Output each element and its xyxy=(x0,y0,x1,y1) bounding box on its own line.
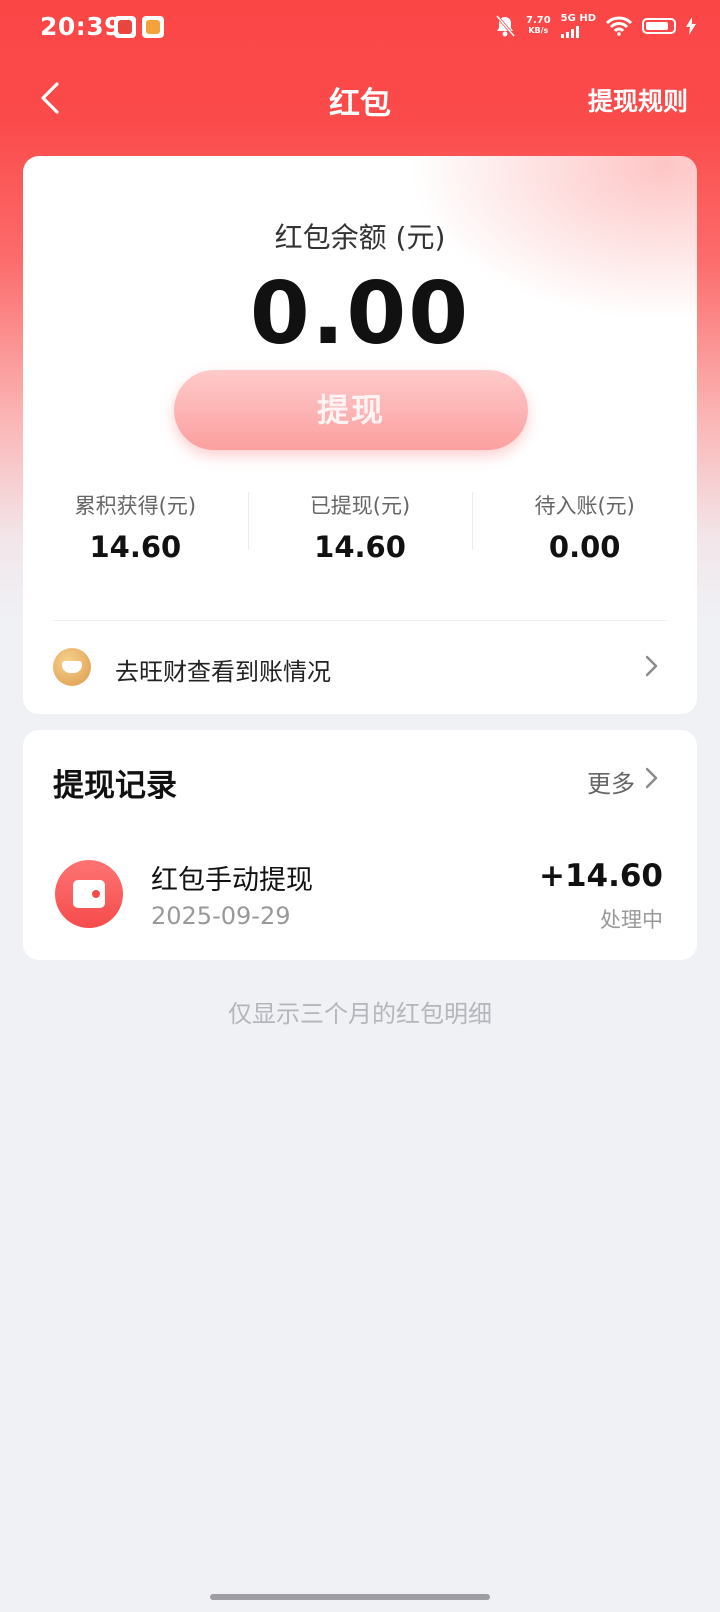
app-notification-icon xyxy=(142,16,164,38)
record-status: 处理中 xyxy=(600,908,663,932)
chevron-right-icon[interactable] xyxy=(639,766,663,790)
history-footnote: 仅显示三个月的红包明细 xyxy=(228,1000,492,1028)
speed-unit: KB/s xyxy=(528,26,549,35)
redpacket-screen: 20:39 7.70 KB/s 5G HD 红包 提现规则 红包余额 (元) 0… xyxy=(0,0,720,1612)
withdraw-rules-link[interactable]: 提现规则 xyxy=(588,82,688,118)
wifi-icon xyxy=(606,16,632,36)
stat-value: 0.00 xyxy=(548,530,621,564)
status-bar: 20:39 7.70 KB/s 5G HD xyxy=(0,0,720,56)
network-speed: 7.70 KB/s xyxy=(526,16,551,36)
wangcai-link-text: 去旺财查看到账情况 xyxy=(115,658,331,686)
cell-signal: 5G HD xyxy=(560,13,596,38)
wallet-icon xyxy=(55,860,123,928)
status-time: 20:39 xyxy=(40,12,123,41)
stat-total-earned: 累积获得(元) 14.60 xyxy=(23,490,248,580)
record-date: 2025-09-29 xyxy=(151,902,291,930)
stat-pending: 待入账(元) 0.00 xyxy=(472,490,697,580)
stat-label: 待入账(元) xyxy=(534,494,635,518)
app-notification-icon xyxy=(114,16,136,38)
stat-withdrawn: 已提现(元) 14.60 xyxy=(247,490,473,580)
record-name: 红包手动提现 xyxy=(151,865,313,896)
stat-value: 14.60 xyxy=(89,530,182,564)
stat-value: 14.60 xyxy=(314,530,406,564)
balance-card: 红包余额 (元) 0.00 提现 累积获得(元) 14.60 已提现(元) 14… xyxy=(23,156,697,714)
signal-bars-icon xyxy=(560,26,596,38)
mute-bell-icon xyxy=(495,15,516,37)
status-right-icons: 7.70 KB/s 5G HD xyxy=(494,14,696,38)
stats-row: 累积获得(元) 14.60 已提现(元) 14.60 待入账(元) 0.00 xyxy=(23,490,697,580)
nav-bar: 红包 提现规则 xyxy=(0,66,720,130)
balance-amount: 0.00 xyxy=(249,264,471,364)
records-title: 提现记录 xyxy=(53,768,177,804)
speed-value: 7.70 xyxy=(525,15,551,26)
stat-label: 已提现(元) xyxy=(309,494,411,518)
wangcai-link-row[interactable]: 去旺财查看到账情况 xyxy=(23,642,697,694)
home-indicator[interactable] xyxy=(210,1594,490,1600)
stat-label: 累积获得(元) xyxy=(74,494,197,518)
gold-ingot-icon xyxy=(53,648,91,686)
charging-icon xyxy=(686,17,696,35)
battery-icon xyxy=(642,18,676,34)
withdraw-button[interactable]: 提现 xyxy=(174,370,528,450)
balance-label: 红包余额 (元) xyxy=(274,221,446,254)
divider xyxy=(53,620,667,621)
chevron-right-icon xyxy=(645,655,658,677)
records-more-link[interactable]: 更多 xyxy=(587,764,635,799)
network-type: 5G HD xyxy=(560,13,596,24)
record-amount: +14.60 xyxy=(538,858,663,894)
withdraw-records-card: 提现记录 更多 红包手动提现 2025-09-29 +14.60 处理中 xyxy=(23,730,697,960)
